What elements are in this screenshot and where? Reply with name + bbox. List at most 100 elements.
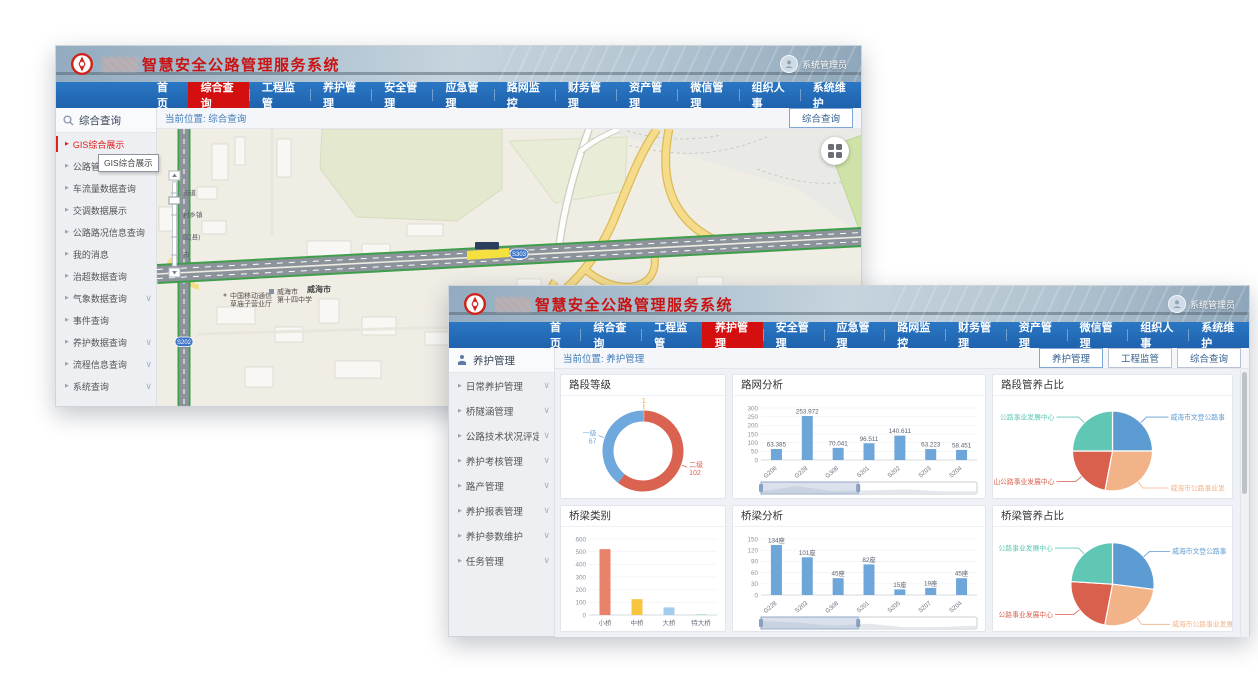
sidebar-item-公路技术状况评定[interactable]: ▶公路技术状况评定∨ bbox=[449, 423, 554, 448]
map-layers-button[interactable] bbox=[821, 137, 849, 165]
sidebar-item-桥隧涵管理[interactable]: ▶桥隧涵管理∨ bbox=[449, 398, 554, 423]
dashboard-scrollbar[interactable] bbox=[1240, 370, 1248, 636]
nav-item-资产管理[interactable]: 资产管理 bbox=[1006, 322, 1067, 348]
action-button-综合查询[interactable]: 综合查询 bbox=[789, 108, 853, 128]
sidebar-item-任务管理[interactable]: ▶任务管理∨ bbox=[449, 548, 554, 573]
svg-text:山公路事业发展中心: 山公路事业发展中心 bbox=[993, 477, 1054, 486]
bridge-share-pie-chart[interactable]: 威海市文登公路事威海市公路事业发展公路事业发展中心公路事业发展中心 bbox=[993, 527, 1232, 631]
nav-item-路网监控[interactable]: 路网监控 bbox=[494, 82, 555, 108]
svg-text:96.511: 96.511 bbox=[860, 436, 879, 443]
chevron-down-icon: ∨ bbox=[543, 555, 550, 566]
nav-item-安全管理[interactable]: 安全管理 bbox=[371, 82, 432, 108]
nav-item-财务管理[interactable]: 财务管理 bbox=[945, 322, 1006, 348]
sidebar-item-日常养护管理[interactable]: ▶日常养护管理∨ bbox=[449, 373, 554, 398]
nav-item-首页[interactable]: 首页 bbox=[537, 322, 580, 348]
sidebar-item-养护参数维护[interactable]: ▶养护参数维护∨ bbox=[449, 523, 554, 548]
card-road-network: 路网分析 05010015020025030063.385G206253.972… bbox=[732, 374, 986, 499]
sidebar-item-label: 任务管理 bbox=[466, 554, 504, 568]
nav-item-组织人事[interactable]: 组织人事 bbox=[1127, 322, 1188, 348]
sidebar-item-我的消息[interactable]: ▶我的消息 bbox=[56, 243, 156, 265]
nav-item-资产管理[interactable]: 资产管理 bbox=[616, 82, 677, 108]
sidebar-item-label: 养护参数维护 bbox=[466, 529, 523, 543]
nav-item-财务管理[interactable]: 财务管理 bbox=[555, 82, 616, 108]
sidebar-item-label: 车流量数据查询 bbox=[73, 182, 136, 195]
svg-text:63.223: 63.223 bbox=[921, 442, 941, 449]
nav-item-工程监管[interactable]: 工程监管 bbox=[641, 322, 702, 348]
sidebar-header: 综合查询 bbox=[56, 108, 156, 133]
nav-item-路网监控[interactable]: 路网监控 bbox=[884, 322, 945, 348]
svg-text:0: 0 bbox=[754, 457, 758, 464]
chevron-down-icon: ∨ bbox=[145, 293, 152, 304]
sidebar-item-养护数据查询[interactable]: ▶养护数据查询∨ bbox=[56, 331, 156, 353]
chart-title: 路网分析 bbox=[733, 375, 985, 396]
nav-item-系统维护[interactable]: 系统维护 bbox=[800, 82, 861, 108]
nav-item-综合查询[interactable]: 综合查询 bbox=[188, 82, 249, 108]
svg-text:G206: G206 bbox=[762, 465, 778, 480]
sidebar-item-label: 治超数据查询 bbox=[73, 270, 127, 283]
user-menu[interactable]: 系统管理员 bbox=[780, 55, 847, 73]
svg-text:134座: 134座 bbox=[768, 535, 785, 544]
action-button-工程监管[interactable]: 工程监管 bbox=[1108, 348, 1172, 368]
sidebar-item-车流量数据查询[interactable]: ▶车流量数据查询 bbox=[56, 177, 156, 199]
page: 智慧安全公路管理服务系统 系统管理员 首页综合查询工程监管养护管理安全管理应急管… bbox=[0, 0, 1258, 680]
svg-text:G228: G228 bbox=[793, 465, 809, 480]
sidebar-item-事件查询[interactable]: ▶事件查询 bbox=[56, 309, 156, 331]
action-button-养护管理[interactable]: 养护管理 bbox=[1039, 348, 1103, 368]
breadcrumb: 当前位置: 养护管理 bbox=[563, 351, 644, 365]
sidebar-item-治超数据查询[interactable]: ▶ 治超数据查询 bbox=[56, 265, 156, 287]
nav-item-应急管理[interactable]: 应急管理 bbox=[824, 322, 885, 348]
sidebar-item-路产管理[interactable]: ▶路产管理∨ bbox=[449, 473, 554, 498]
caret-icon: ▶ bbox=[458, 483, 462, 489]
sidebar-item-气象数据查询[interactable]: ▶气象数据查询∨ bbox=[56, 287, 156, 309]
svg-text:威海市: 威海市 bbox=[277, 287, 298, 296]
app-logo-icon bbox=[463, 292, 487, 316]
svg-text:公路事业发展中心: 公路事业发展中心 bbox=[999, 610, 1054, 619]
nav-item-组织人事[interactable]: 组织人事 bbox=[739, 82, 800, 108]
svg-text:200: 200 bbox=[747, 423, 758, 430]
nav-item-应急管理[interactable]: 应急管理 bbox=[432, 82, 493, 108]
action-buttons: 养护管理工程监管综合查询 bbox=[1039, 348, 1241, 368]
svg-text:0: 0 bbox=[754, 592, 758, 599]
caret-icon: ▶ bbox=[65, 317, 69, 323]
sidebar-item-养护考核管理[interactable]: ▶养护考核管理∨ bbox=[449, 448, 554, 473]
svg-text:63.385: 63.385 bbox=[767, 442, 787, 449]
nav-item-综合查询[interactable]: 综合查询 bbox=[580, 322, 641, 348]
sidebar-item-养护报表管理[interactable]: ▶养护报表管理∨ bbox=[449, 498, 554, 523]
bridge-class-bar-chart[interactable]: 0100200300400500600小桥中桥大桥特大桥 bbox=[561, 527, 725, 631]
nav-item-微信管理[interactable]: 微信管理 bbox=[1067, 322, 1128, 348]
user-avatar-icon bbox=[1168, 295, 1186, 313]
sidebar-item-流程信息查询[interactable]: ▶流程信息查询∨ bbox=[56, 353, 156, 375]
sidebar-item-公路路况信息查询[interactable]: ▶公路路况信息查询 bbox=[56, 221, 156, 243]
nav-item-安全管理[interactable]: 安全管理 bbox=[763, 322, 824, 348]
nav-item-首页[interactable]: 首页 bbox=[144, 82, 188, 108]
nav-item-系统维护[interactable]: 系统维护 bbox=[1188, 322, 1249, 348]
breadcrumb-bar: 当前位置: 综合查询 综合查询 bbox=[157, 108, 861, 129]
road-share-pie-chart[interactable]: 威海市文登公路事威海市公路事业发山公路事业发展中心公路事业发展中心 bbox=[993, 396, 1232, 496]
svg-text:120: 120 bbox=[747, 548, 758, 555]
nav-item-工程监管[interactable]: 工程监管 bbox=[249, 82, 310, 108]
caret-icon: ▶ bbox=[65, 273, 69, 279]
svg-text:45座: 45座 bbox=[831, 569, 844, 578]
road-grade-donut-chart[interactable]: 三级1二级102一级67 bbox=[561, 396, 725, 496]
svg-text:威海市文登公路事: 威海市文登公路事 bbox=[1172, 547, 1227, 556]
road-network-bar-chart[interactable]: 05010015020025030063.385G206253.972G2287… bbox=[733, 396, 985, 496]
nav-item-养护管理[interactable]: 养护管理 bbox=[702, 322, 763, 348]
scrollbar-thumb[interactable] bbox=[1242, 372, 1247, 494]
nav-item-养护管理[interactable]: 养护管理 bbox=[310, 82, 371, 108]
sidebar-item-系统查询[interactable]: ▶系统查询∨ bbox=[56, 375, 156, 397]
sidebar-item-label: 日常养护管理 bbox=[466, 379, 523, 393]
svg-text:区(县): 区(县) bbox=[183, 233, 200, 241]
sidebar-item-交调数据展示[interactable]: ▶交调数据展示 bbox=[56, 199, 156, 221]
action-button-综合查询[interactable]: 综合查询 bbox=[1177, 348, 1241, 368]
breadcrumb: 当前位置: 综合查询 bbox=[165, 111, 246, 125]
sidebar-item-GIS综合展示[interactable]: ▶GIS综合展示 bbox=[56, 133, 156, 155]
svg-text:30: 30 bbox=[751, 581, 759, 588]
svg-text:S201: S201 bbox=[856, 600, 872, 615]
caret-icon: ▶ bbox=[65, 383, 69, 389]
svg-text:大桥: 大桥 bbox=[663, 618, 677, 627]
svg-text:一级67: 一级67 bbox=[583, 429, 597, 446]
nav-item-微信管理[interactable]: 微信管理 bbox=[677, 82, 738, 108]
user-menu[interactable]: 系统管理员 bbox=[1168, 295, 1235, 313]
svg-text:小桥: 小桥 bbox=[599, 618, 613, 627]
bridge-analysis-bar-chart[interactable]: 0306090120150134座G228101座S20345座G30882座S… bbox=[733, 527, 985, 631]
